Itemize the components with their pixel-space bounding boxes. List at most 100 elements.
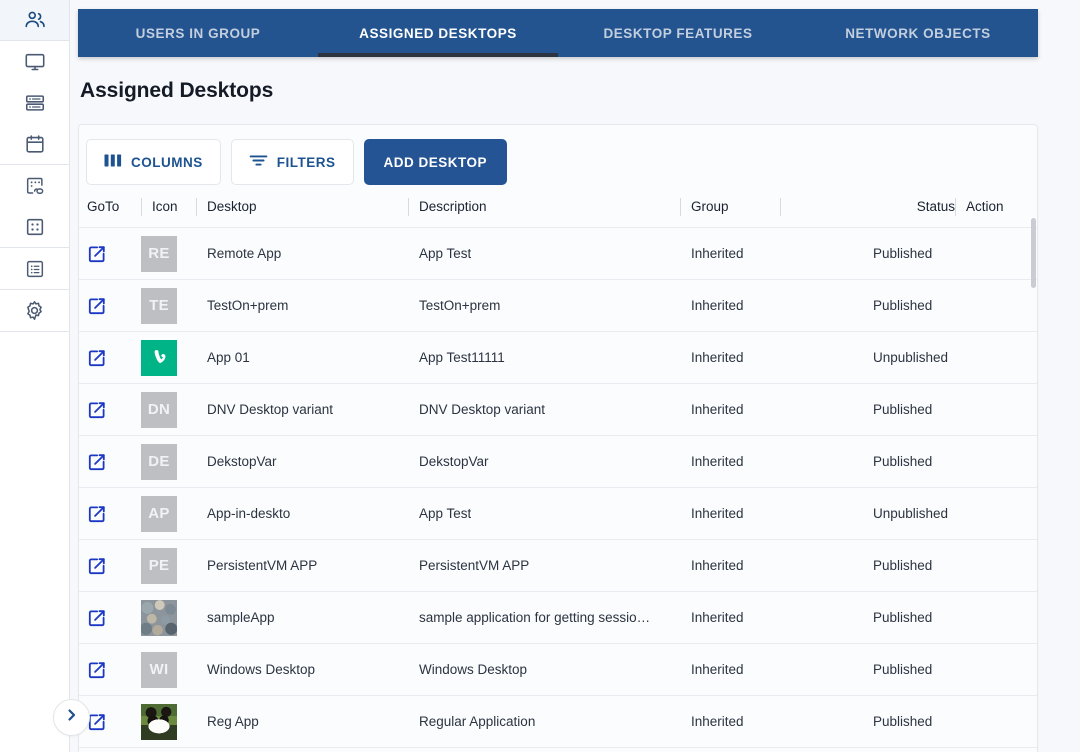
row-desktop-name: Windows Desktop — [196, 644, 408, 695]
column-header-description[interactable]: Description — [408, 186, 680, 227]
desktops-card: Columns Filters Add Desktop — [78, 124, 1038, 752]
row-icon-cell: DE — [141, 436, 196, 487]
row-status: Published — [873, 436, 955, 487]
table-row[interactable]: TETestOn+premTestOn+premInheritedPublish… — [79, 280, 1037, 332]
sidebar-item-network-objects[interactable] — [0, 165, 69, 206]
tab-assigned-desktops[interactable]: Assigned Desktops — [318, 9, 558, 57]
goto-icon[interactable] — [87, 504, 107, 524]
row-action[interactable] — [955, 332, 1035, 383]
sidebar-item-users[interactable] — [0, 0, 69, 40]
sidebar-group-3 — [0, 165, 69, 248]
goto-icon[interactable] — [87, 556, 107, 576]
row-desktop-name: sampleApp — [196, 592, 408, 643]
expand-sidebar-button[interactable] — [53, 699, 90, 736]
table-row[interactable]: APApp-in-desktoApp TestInheritedUnpublis… — [79, 488, 1037, 540]
row-group: Inherited — [680, 384, 780, 435]
row-action[interactable] — [955, 280, 1035, 331]
sidebar-item-reports[interactable] — [0, 248, 69, 289]
column-header-desktop[interactable]: Desktop — [196, 186, 408, 227]
row-action[interactable] — [955, 592, 1035, 643]
goto-icon[interactable] — [87, 400, 107, 420]
tab-label: Desktop Features — [603, 26, 752, 41]
table-row[interactable]: PE PersistentVM APP PersistentVM APP Inheri… — [79, 540, 1037, 592]
sidebar-item-servers[interactable] — [0, 82, 69, 123]
column-header-spacer — [780, 186, 873, 227]
row-spacer — [780, 488, 873, 539]
row-description: PersistentVM APP — [408, 540, 680, 591]
table-row[interactable]: RERemote AppApp TestInheritedPublished — [79, 228, 1037, 280]
row-desktop-name: App-in-deskto — [196, 488, 408, 539]
row-action[interactable] — [955, 436, 1035, 487]
goto-icon[interactable] — [87, 712, 107, 732]
column-header-goto[interactable]: GoTo — [87, 186, 141, 227]
row-desktop-name: DekstopVar — [196, 436, 408, 487]
goto-icon[interactable] — [87, 348, 107, 368]
row-status: Unpublished — [873, 488, 955, 539]
row-desktop-name: PersistentVM APP — [196, 540, 408, 591]
sidebar-group-5 — [0, 290, 69, 332]
goto-icon[interactable] — [87, 660, 107, 680]
description-text: PersistentVM APP — [419, 558, 529, 573]
row-action[interactable] — [955, 644, 1035, 695]
row-action[interactable] — [955, 488, 1035, 539]
row-action[interactable] — [955, 696, 1035, 747]
tab-desktop-features[interactable]: Desktop Features — [558, 9, 798, 57]
sidebar-item-desktops[interactable] — [0, 41, 69, 82]
row-group: Inherited — [680, 488, 780, 539]
table-header-row: GoTo Icon Desktop Description Group Stat… — [79, 186, 1037, 228]
tab-network-objects[interactable]: Network Objects — [798, 9, 1038, 57]
row-description: TestOn+prem — [408, 280, 680, 331]
description-text: Regular Application — [419, 714, 535, 729]
goto-icon[interactable] — [87, 296, 107, 316]
table-row[interactable]: DEDekstopVarDekstopVarInheritedPublished — [79, 436, 1037, 488]
table-row[interactable]: App 01App Test11111InheritedUnpublished — [79, 332, 1037, 384]
column-header-group[interactable]: Group — [680, 186, 780, 227]
sidebar-item-applications[interactable] — [0, 206, 69, 247]
table-row[interactable]: DNDNV Desktop variantDNV Desktop variant… — [79, 384, 1037, 436]
sidebar-group-1 — [0, 0, 69, 41]
goto-icon[interactable] — [87, 452, 107, 472]
table-toolbar: Columns Filters Add Desktop — [79, 125, 1037, 186]
row-desktop-name: DNV Desktop variant — [196, 384, 408, 435]
add-desktop-button[interactable]: Add Desktop — [364, 139, 508, 185]
row-description: DekstopVar — [408, 436, 680, 487]
columns-button[interactable]: Columns — [86, 139, 221, 185]
table-body: RERemote AppApp TestInheritedPublished TE… — [79, 228, 1037, 748]
column-header-icon[interactable]: Icon — [141, 186, 196, 227]
table-row[interactable]: Reg App Regular Application Inherited Publi… — [79, 696, 1037, 748]
filters-button[interactable]: Filters — [231, 139, 354, 185]
app-icon-initials: PE — [141, 548, 177, 584]
table-row[interactable]: WIWindows DesktopWindows DesktopInherite… — [79, 644, 1037, 696]
goto-icon[interactable] — [87, 244, 107, 264]
desktop-name-text: Reg App — [207, 714, 259, 729]
sidebar-item-settings[interactable] — [0, 290, 69, 331]
row-spacer — [780, 384, 873, 435]
app-icon-vine — [141, 340, 177, 376]
group-text: Inherited — [691, 558, 744, 573]
description-text: DNV Desktop variant — [419, 402, 545, 417]
table-row[interactable]: sampleAppsample application for getting … — [79, 592, 1037, 644]
row-status: Published — [873, 696, 955, 747]
desktop-name-text: PersistentVM APP — [207, 558, 317, 573]
table-vertical-scrollbar[interactable] — [1031, 218, 1036, 752]
row-action[interactable] — [955, 540, 1035, 591]
add-desktop-label: Add Desktop — [384, 155, 488, 170]
group-text: Inherited — [691, 714, 744, 729]
goto-icon[interactable] — [87, 608, 107, 628]
app-icon-photo-panda — [141, 704, 177, 740]
users-icon — [23, 9, 47, 31]
sidebar-item-schedules[interactable] — [0, 123, 69, 164]
tab-label: Assigned Desktops — [359, 26, 517, 41]
row-desktop-name: App 01 — [196, 332, 408, 383]
tab-users-in-group[interactable]: Users in Group — [78, 9, 318, 57]
scrollbar-thumb[interactable] — [1031, 218, 1036, 288]
row-action[interactable] — [955, 228, 1035, 279]
column-header-action[interactable]: Action — [955, 186, 1035, 227]
row-action[interactable] — [955, 384, 1035, 435]
column-header-status[interactable]: Status — [873, 186, 955, 227]
app-icon-initials: TE — [141, 288, 177, 324]
columns-icon — [104, 153, 122, 171]
app-icon-initials: WI — [141, 652, 177, 688]
page-right-edge — [1072, 0, 1080, 752]
row-spacer — [780, 228, 873, 279]
